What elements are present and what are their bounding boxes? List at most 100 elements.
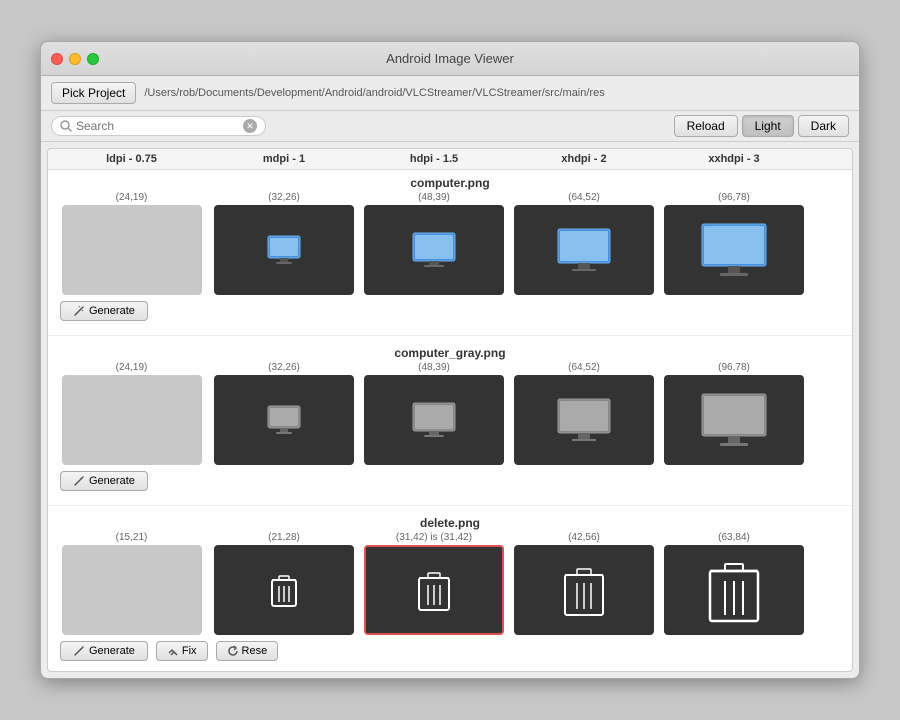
- image-box-cgray-xhdpi[interactable]: [514, 375, 654, 465]
- image-box-delete-ldpi[interactable]: [62, 545, 202, 635]
- coords: (24,19): [116, 192, 148, 203]
- monitor-icon: [411, 231, 457, 269]
- group-computer: computer.png (24,19) (32,26): [48, 170, 852, 331]
- reset-button[interactable]: Rese: [216, 641, 279, 661]
- monitor-icon: [700, 222, 768, 278]
- image-box-computer-ldpi[interactable]: [62, 205, 202, 295]
- col-header-ldpi: ldpi - 0.75: [54, 153, 209, 165]
- col-header-xxhdpi: xxhdpi - 3: [659, 153, 809, 165]
- minimize-button[interactable]: [69, 53, 81, 65]
- wand-icon: [73, 475, 85, 487]
- col-header-hdpi: hdpi - 1.5: [359, 153, 509, 165]
- coords: (32,26): [268, 362, 300, 373]
- column-headers: ldpi - 0.75 mdpi - 1 hdpi - 1.5 xhdpi - …: [48, 149, 852, 170]
- image-row-delete: (15,21) (21,28): [54, 532, 846, 635]
- image-box-computer-mdpi[interactable]: [214, 205, 354, 295]
- monitor-icon: [266, 234, 302, 266]
- light-button[interactable]: Light: [742, 115, 794, 137]
- pick-project-button[interactable]: Pick Project: [51, 82, 136, 104]
- image-box-cgray-hdpi[interactable]: [364, 375, 504, 465]
- image-cell: (15,21): [54, 532, 209, 635]
- col-header-xhdpi: xhdpi - 2: [509, 153, 659, 165]
- generate-row-delete: Generate Fix Rese: [54, 637, 846, 669]
- col-header-mdpi: mdpi - 1: [209, 153, 359, 165]
- coords: (32,26): [268, 192, 300, 203]
- toolbar-path: Pick Project /Users/rob/Documents/Develo…: [41, 76, 859, 111]
- image-box-computer-hdpi[interactable]: [364, 205, 504, 295]
- image-box-delete-xxhdpi[interactable]: [664, 545, 804, 635]
- project-path: /Users/rob/Documents/Development/Android…: [144, 87, 849, 99]
- wand-icon: [73, 305, 85, 317]
- close-button[interactable]: [51, 53, 63, 65]
- fix-button[interactable]: Fix: [156, 641, 208, 661]
- fix-icon: [167, 645, 179, 657]
- image-box-computer-xhdpi[interactable]: [514, 205, 654, 295]
- group-computer-title: computer.png: [54, 176, 846, 190]
- coords: (96,78): [718, 192, 750, 203]
- image-cell: (21,28): [209, 532, 359, 635]
- image-row-computer-gray: (24,19) (32,26) (48,39): [54, 362, 846, 465]
- trash-icon: [563, 563, 605, 617]
- coords: (24,19): [116, 362, 148, 373]
- image-row-computer: (24,19) (32,26): [54, 192, 846, 295]
- generate-button-delete[interactable]: Generate: [60, 641, 148, 661]
- coords: (64,52): [568, 192, 600, 203]
- search-toolbar: ✕ Reload Light Dark: [41, 111, 859, 142]
- coords: (31,42) is (31,42): [396, 532, 472, 543]
- image-box-cgray-xxhdpi[interactable]: [664, 375, 804, 465]
- generate-row-computer: Generate: [54, 297, 846, 329]
- image-cell: (42,56): [509, 532, 659, 635]
- coords: (48,39): [418, 362, 450, 373]
- image-box-delete-mdpi[interactable]: [214, 545, 354, 635]
- wand-icon: [73, 645, 85, 657]
- group-computer-gray-title: computer_gray.png: [54, 346, 846, 360]
- image-cell: (64,52): [509, 192, 659, 295]
- group-delete-title: delete.png: [54, 516, 846, 530]
- generate-button-computer[interactable]: Generate: [60, 301, 148, 321]
- reload-button[interactable]: Reload: [674, 115, 738, 137]
- image-box-delete-hdpi[interactable]: [364, 545, 504, 635]
- image-box-cgray-ldpi[interactable]: [62, 375, 202, 465]
- monitor-icon: [556, 227, 612, 273]
- image-cell: (32,26): [209, 362, 359, 465]
- image-cell: (24,19): [54, 362, 209, 465]
- traffic-lights: [51, 53, 99, 65]
- search-icon: [60, 120, 72, 132]
- group-computer-gray: computer_gray.png (24,19) (32,26): [48, 340, 852, 501]
- image-cell: (48,39): [359, 362, 509, 465]
- image-cell: (64,52): [509, 362, 659, 465]
- main-window: Android Image Viewer Pick Project /Users…: [40, 41, 860, 679]
- coords: (63,84): [718, 532, 750, 543]
- image-box-computer-xxhdpi[interactable]: [664, 205, 804, 295]
- dark-button[interactable]: Dark: [798, 115, 849, 137]
- reset-icon: [227, 645, 239, 657]
- search-wrapper: ✕: [51, 116, 266, 136]
- image-cell: (31,42) is (31,42): [359, 532, 509, 635]
- window-title: Android Image Viewer: [386, 51, 514, 66]
- coords: (42,56): [568, 532, 600, 543]
- image-cell: (32,26): [209, 192, 359, 295]
- image-cell: (96,78): [659, 362, 809, 465]
- generate-row-cgray: Generate: [54, 467, 846, 499]
- maximize-button[interactable]: [87, 53, 99, 65]
- coords: (96,78): [718, 362, 750, 373]
- trash-icon: [708, 557, 760, 623]
- image-cell: (96,78): [659, 192, 809, 295]
- titlebar: Android Image Viewer: [41, 42, 859, 76]
- search-input[interactable]: [76, 119, 243, 133]
- image-cell: (48,39): [359, 192, 509, 295]
- generate-button-cgray[interactable]: Generate: [60, 471, 148, 491]
- image-cell: (24,19): [54, 192, 209, 295]
- coords: (48,39): [418, 192, 450, 203]
- image-cell: (63,84): [659, 532, 809, 635]
- monitor-gray-icon: [556, 397, 612, 443]
- monitor-gray-icon: [411, 401, 457, 439]
- view-button-group: Reload Light Dark: [674, 115, 849, 137]
- coords: (15,21): [116, 532, 148, 543]
- image-box-cgray-mdpi[interactable]: [214, 375, 354, 465]
- group-delete: delete.png (15,21) (21,28): [48, 510, 852, 671]
- trash-icon: [417, 568, 451, 612]
- monitor-gray-icon: [266, 404, 302, 436]
- image-box-delete-xhdpi[interactable]: [514, 545, 654, 635]
- search-clear-button[interactable]: ✕: [243, 119, 257, 133]
